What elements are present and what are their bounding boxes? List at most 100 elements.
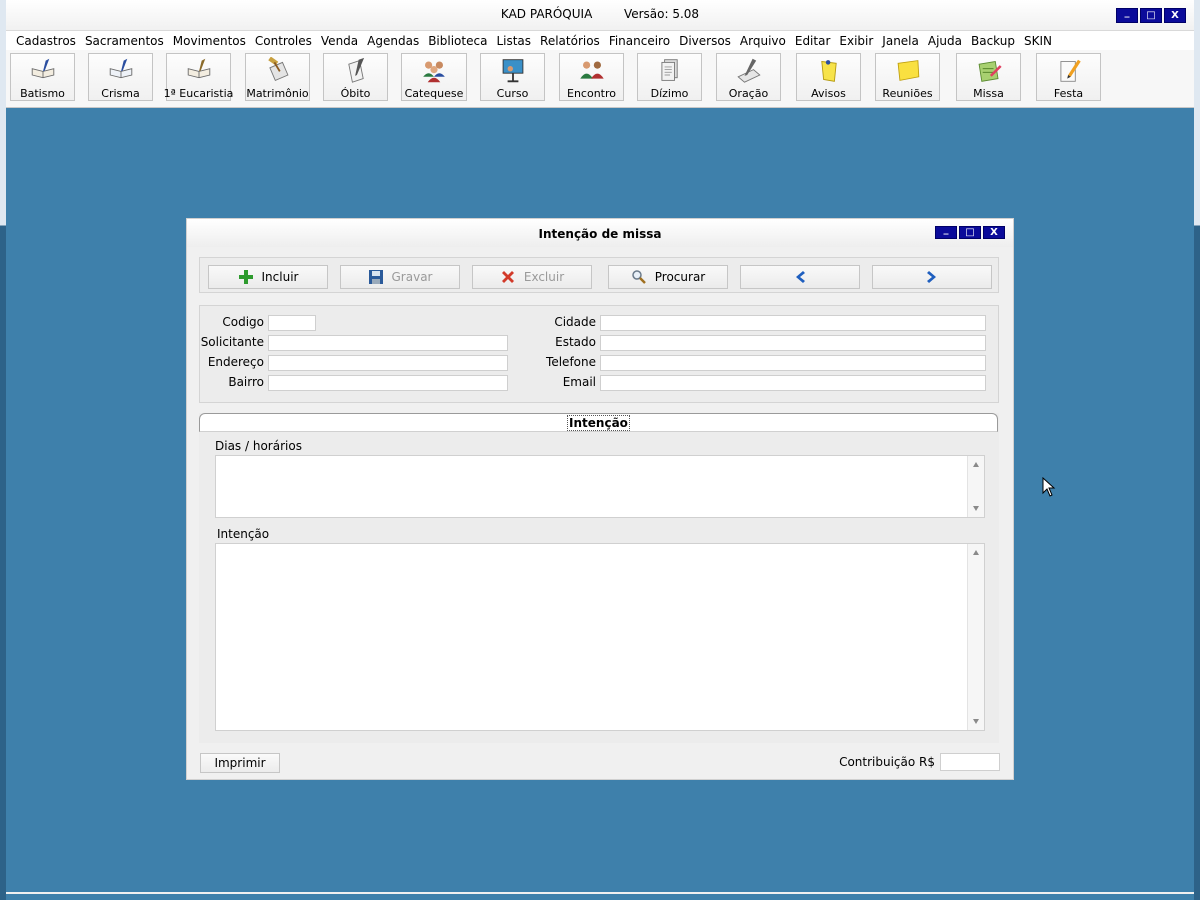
yellow-note-icon: [897, 60, 919, 81]
toolbar-eucaristia-button[interactable]: 1ª Eucaristia: [164, 53, 233, 101]
toolbar-label: Batismo: [20, 87, 65, 100]
menu-backup[interactable]: Backup: [971, 34, 1015, 48]
toolbar-catequese-button[interactable]: Catequese: [401, 53, 467, 101]
dialog-title: Intenção de missa: [538, 227, 662, 241]
menu-biblioteca[interactable]: Biblioteca: [428, 34, 487, 48]
menu-diversos[interactable]: Diversos: [679, 34, 731, 48]
app-title: KAD PARÓQUIA Versão: 5.08: [6, 7, 1194, 21]
scroll-down-icon[interactable]: [973, 719, 979, 724]
floppy-disk-icon: [368, 269, 384, 285]
save-button[interactable]: Gravar: [340, 265, 460, 289]
scroll-down-icon[interactable]: [973, 506, 979, 511]
toolbar-avisos-button[interactable]: Avisos: [796, 53, 861, 101]
toolbar-curso-button[interactable]: Curso: [480, 53, 545, 101]
menu-janela[interactable]: Janela: [882, 34, 919, 48]
estado-field[interactable]: [600, 335, 986, 351]
menu-listas[interactable]: Listas: [496, 34, 531, 48]
toolbar-encontro-button[interactable]: Encontro: [559, 53, 624, 101]
toolbar-label: Reuniões: [882, 87, 933, 100]
toolbar-dizimo-button[interactable]: Dízimo: [637, 53, 702, 101]
open-book-pen-icon: [31, 58, 54, 79]
toolbar-obito-button[interactable]: Óbito: [323, 53, 388, 101]
close-button[interactable]: X: [1164, 8, 1186, 23]
toolbar-label: Encontro: [567, 87, 616, 100]
menu-financeiro[interactable]: Financeiro: [609, 34, 670, 48]
dias-scrollbar[interactable]: [967, 456, 984, 517]
toolbar-festa-button[interactable]: Festa: [1036, 53, 1101, 101]
people-meeting-icon: [579, 61, 604, 79]
codigo-label: Codigo: [222, 315, 264, 329]
menu-bar: Cadastros Sacramentos Movimentos Control…: [6, 31, 1194, 50]
scroll-up-icon[interactable]: [973, 462, 979, 467]
endereco-field[interactable]: [268, 355, 508, 371]
solicitante-field[interactable]: [268, 335, 508, 351]
toolbar-matrimonio-button[interactable]: Matrimônio: [245, 53, 310, 101]
include-button[interactable]: Incluir: [208, 265, 328, 289]
group-people-icon: [423, 61, 445, 83]
dialog-close-button[interactable]: X: [983, 226, 1005, 239]
dias-horarios-memo[interactable]: [215, 455, 985, 518]
maximize-icon: □: [1146, 9, 1156, 21]
main-toolbar: Batismo Crisma 1ª Eucaristia Matrimônio …: [6, 50, 1194, 108]
menu-venda[interactable]: Venda: [321, 34, 358, 48]
menu-ajuda[interactable]: Ajuda: [928, 34, 962, 48]
menu-agendas[interactable]: Agendas: [367, 34, 419, 48]
toolbar-reunioes-button[interactable]: Reuniões: [875, 53, 940, 101]
contribution-field[interactable]: [940, 753, 1000, 771]
save-label: Gravar: [391, 270, 433, 284]
codigo-field[interactable]: [268, 315, 316, 331]
tab-intencao[interactable]: Intenção: [199, 413, 998, 432]
intencao-scrollbar[interactable]: [967, 544, 984, 730]
maximize-button[interactable]: □: [1140, 8, 1162, 23]
intencao-memo[interactable]: [215, 543, 985, 731]
toolbar-batismo-button[interactable]: Batismo: [10, 53, 75, 101]
print-button[interactable]: Imprimir: [200, 753, 280, 773]
desktop-edge-right: [1194, 0, 1200, 900]
requester-fields: Codigo Solicitante Endereço Bairro Cidad…: [199, 305, 999, 403]
minimize-icon: _: [943, 223, 949, 235]
maximize-icon: □: [965, 226, 975, 238]
presentation-icon: [502, 59, 523, 83]
menu-skin[interactable]: SKIN: [1024, 34, 1052, 48]
email-label: Email: [562, 375, 596, 389]
scroll-up-icon[interactable]: [973, 550, 979, 555]
magnifier-icon: [631, 269, 647, 285]
toolbar-label: Festa: [1053, 87, 1084, 100]
minimize-button[interactable]: _: [1116, 7, 1138, 23]
menu-exibir[interactable]: Exibir: [839, 34, 873, 48]
delete-button[interactable]: Excluir: [472, 265, 592, 289]
dialog-maximize-button[interactable]: □: [959, 226, 981, 239]
menu-cadastros[interactable]: Cadastros: [16, 34, 76, 48]
menu-movimentos[interactable]: Movimentos: [173, 34, 246, 48]
cidade-field[interactable]: [600, 315, 986, 331]
menu-controles[interactable]: Controles: [255, 34, 312, 48]
intention-tab-panel: Intenção Dias / horários Intenção: [199, 413, 999, 743]
bairro-field[interactable]: [268, 375, 508, 391]
document-pen-icon: [347, 57, 364, 83]
estado-label: Estado: [555, 335, 596, 349]
menu-editar[interactable]: Editar: [795, 34, 831, 48]
toolbar-missa-button[interactable]: Missa: [956, 53, 1021, 101]
include-label: Incluir: [261, 270, 299, 284]
dialog-minimize-button[interactable]: _: [935, 223, 957, 239]
close-icon: X: [1171, 9, 1179, 21]
app-window-controls: _ □ X: [1116, 7, 1186, 23]
menu-sacramentos[interactable]: Sacramentos: [85, 34, 164, 48]
next-record-button[interactable]: [872, 265, 992, 289]
menu-relatorios[interactable]: Relatórios: [540, 34, 600, 48]
email-field[interactable]: [600, 375, 986, 391]
search-label: Procurar: [654, 270, 706, 284]
open-book-pen-icon: [187, 58, 210, 79]
toolbar-label: Missa: [973, 87, 1004, 100]
toolbar-label: Matrimônio: [246, 87, 309, 100]
previous-record-button[interactable]: [740, 265, 860, 289]
app-titlebar[interactable]: KAD PARÓQUIA Versão: 5.08 _ □ X: [6, 0, 1194, 31]
search-button[interactable]: Procurar: [608, 265, 728, 289]
toolbar-crisma-button[interactable]: Crisma: [88, 53, 153, 101]
chevron-left-icon: [795, 271, 805, 283]
dialog-titlebar[interactable]: Intenção de missa _ □ X: [187, 219, 1013, 247]
toolbar-oracao-button[interactable]: Oração: [716, 53, 781, 101]
dialog-window-controls: _ □ X: [935, 223, 1005, 239]
menu-arquivo[interactable]: Arquivo: [740, 34, 786, 48]
telefone-field[interactable]: [600, 355, 986, 371]
